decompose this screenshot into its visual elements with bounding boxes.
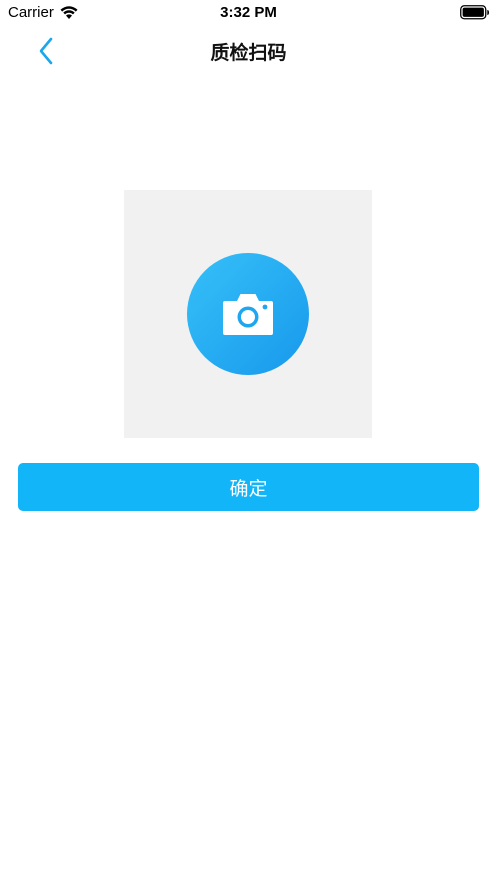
nav-bar: 质检扫码 (0, 26, 497, 76)
camera-icon (223, 294, 273, 335)
screen: Carrier 3:32 PM 质检扫码 确定 (0, 0, 497, 883)
status-time: 3:32 PM (220, 4, 277, 21)
status-bar: Carrier 3:32 PM (0, 0, 497, 26)
battery-icon (460, 5, 489, 20)
page-title: 质检扫码 (210, 42, 287, 64)
camera-button[interactable] (187, 253, 309, 375)
confirm-button[interactable]: 确定 (18, 463, 479, 511)
photo-capture-area[interactable] (124, 190, 372, 438)
